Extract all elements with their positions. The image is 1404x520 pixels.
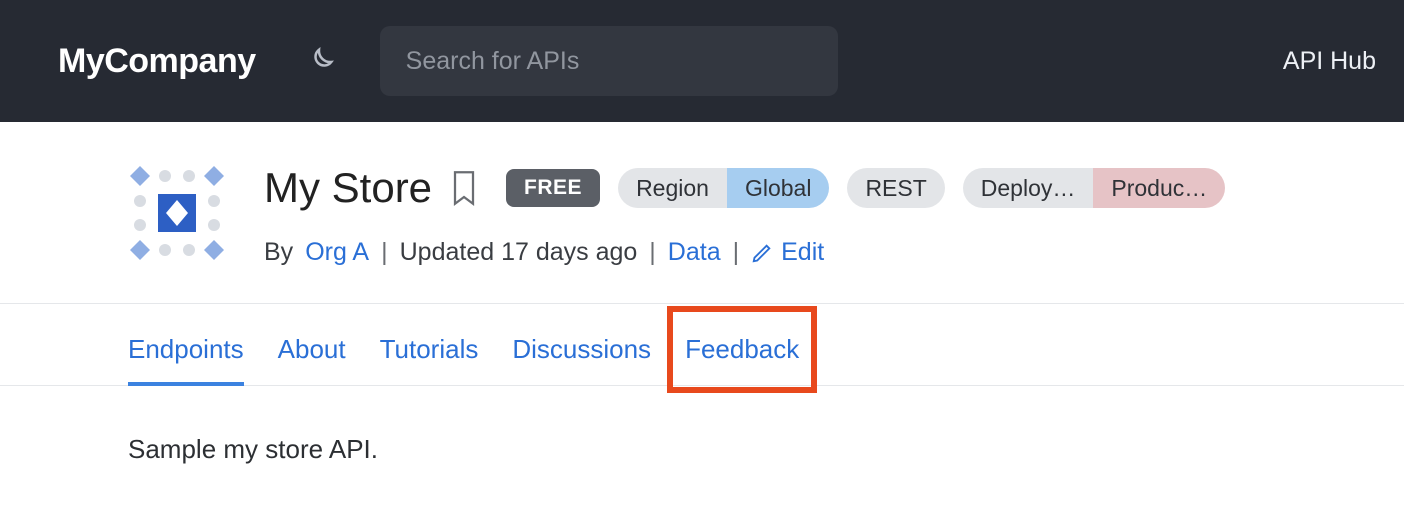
tab-about[interactable]: About (278, 334, 346, 385)
pill-region-label: Region (618, 168, 727, 208)
pill-region-value: Global (727, 168, 829, 208)
pill-region[interactable]: Region Global (618, 168, 829, 208)
updated-text: Updated 17 days ago (400, 238, 638, 267)
tabs: Endpoints About Tutorials Discussions Feedba… (0, 304, 1404, 386)
badge-free: FREE (506, 169, 600, 207)
meta-row: By Org A | Updated 17 days ago | Data | … (264, 238, 1376, 267)
edit-label: Edit (781, 238, 824, 267)
edit-link[interactable]: Edit (751, 238, 824, 267)
api-hub-link[interactable]: API Hub (1283, 47, 1376, 76)
category-link[interactable]: Data (668, 238, 721, 267)
bookmark-button[interactable] (450, 170, 478, 206)
api-description: Sample my store API. (0, 386, 1404, 505)
pencil-icon (751, 242, 773, 264)
search-input[interactable] (406, 47, 812, 76)
tab-endpoints[interactable]: Endpoints (128, 334, 244, 385)
separator: | (733, 238, 740, 267)
separator: | (649, 238, 656, 267)
tab-feedback[interactable]: Feedback (685, 334, 799, 385)
bookmark-icon (450, 170, 478, 206)
by-label: By (264, 238, 293, 267)
pill-deploy-label: Deploy… (963, 168, 1094, 208)
tab-tutorials[interactable]: Tutorials (380, 334, 479, 385)
api-logo (128, 164, 226, 262)
search-box[interactable] (380, 26, 838, 96)
api-header: My Store FREE Region Global REST Deploy…… (0, 122, 1404, 304)
page-title: My Store (264, 164, 432, 212)
separator: | (381, 238, 388, 267)
pill-type: REST (847, 168, 944, 208)
pill-deploy-value: Produc… (1093, 168, 1225, 208)
brand-logo[interactable]: MyCompany (58, 42, 256, 81)
pill-deployment[interactable]: Deploy… Produc… (963, 168, 1225, 208)
theme-toggle[interactable] (304, 45, 336, 77)
tab-discussions[interactable]: Discussions (512, 334, 651, 385)
top-bar: MyCompany API Hub (0, 0, 1404, 122)
org-link[interactable]: Org A (305, 238, 369, 267)
moon-icon (305, 46, 335, 76)
